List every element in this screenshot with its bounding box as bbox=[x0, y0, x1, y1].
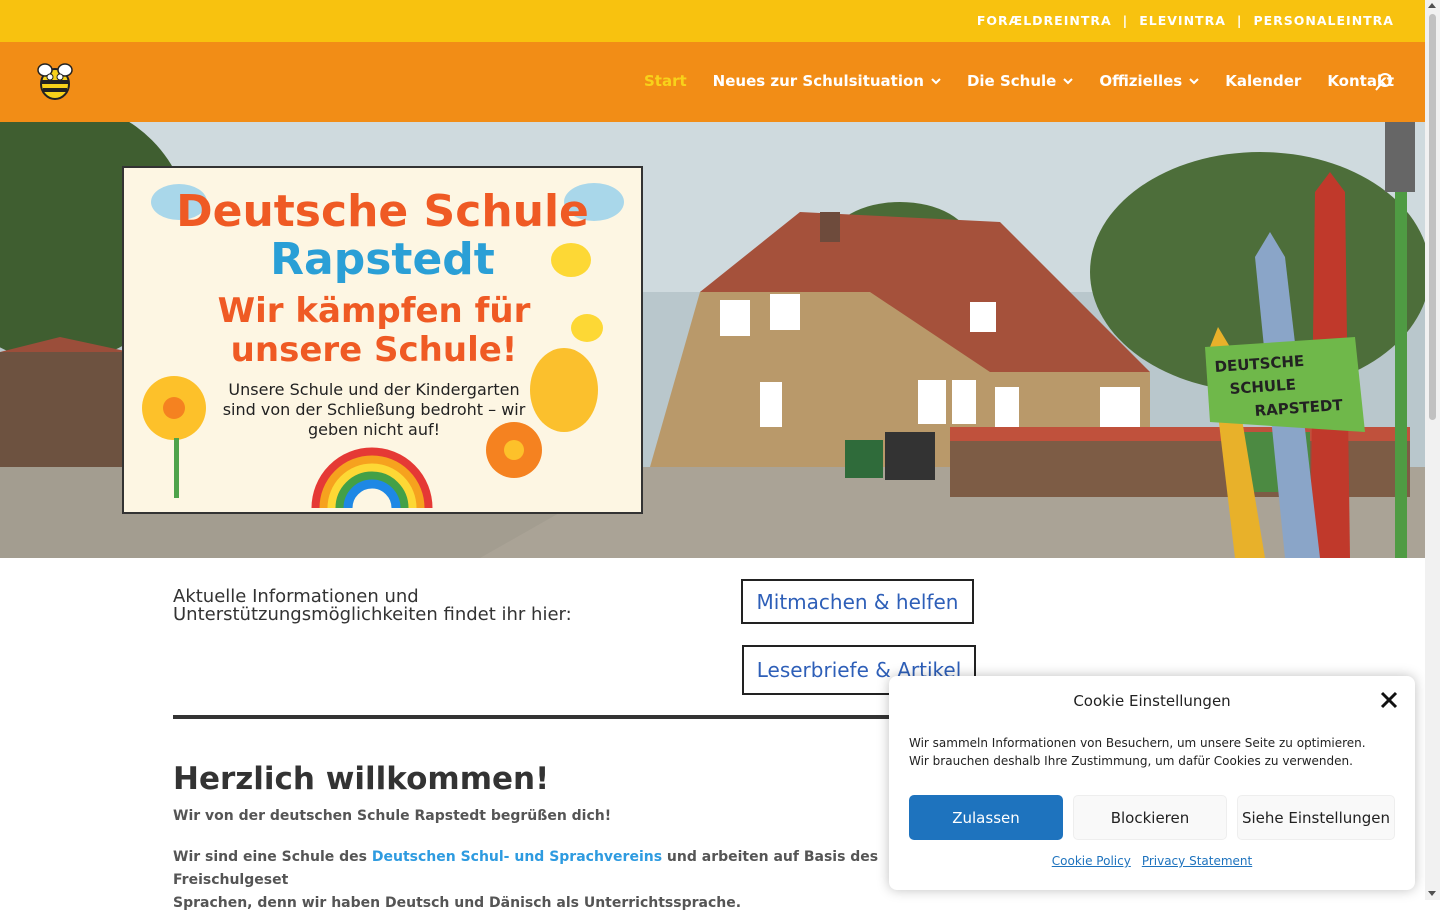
scroll-down-icon[interactable] bbox=[1428, 891, 1436, 896]
welcome-paragraph: Wir sind eine Schule des Deutschen Schul… bbox=[173, 846, 933, 915]
bee-logo[interactable] bbox=[33, 60, 77, 104]
poster-headline: Wir kämpfen für unsere Schule! bbox=[217, 291, 531, 370]
top-link-personaleintra[interactable]: PERSONALEINTRA bbox=[1253, 13, 1394, 28]
separator: | bbox=[1122, 13, 1129, 28]
privacy-statement-link[interactable]: Privacy Statement bbox=[1142, 854, 1252, 868]
cookie-settings-button[interactable]: Siehe Einstellungen bbox=[1237, 795, 1395, 840]
nav-item-start[interactable]: Start bbox=[644, 72, 687, 90]
welcome-subtitle: Wir von der deutschen Schule Rapstedt be… bbox=[173, 808, 612, 824]
nav-label: Kalender bbox=[1225, 72, 1302, 90]
dssv-link[interactable]: Deutschen Schul- und Sprachvereins bbox=[372, 849, 662, 865]
welcome-title: Herzlich willkommen! bbox=[173, 761, 550, 797]
nav-label: Die Schule bbox=[966, 72, 1057, 90]
chevron-down-icon bbox=[931, 77, 941, 84]
nav-label: Neues zur Schulsituation bbox=[712, 72, 924, 90]
scroll-up-icon[interactable] bbox=[1428, 3, 1436, 8]
nav-item-kalender[interactable]: Kalender bbox=[1225, 72, 1301, 90]
top-bar: FORÆLDREINTRA | ELEVINTRA | PERSONALEINT… bbox=[0, 0, 1425, 42]
cookie-deny-button[interactable]: Blockieren bbox=[1073, 795, 1227, 840]
cookie-dialog: Cookie Einstellungen Wir sammeln Informa… bbox=[889, 676, 1415, 890]
nav-label: Offizielles bbox=[1099, 72, 1183, 90]
main-nav: Start Neues zur Schulsituation Die Schul… bbox=[0, 42, 1425, 122]
search-icon[interactable] bbox=[1374, 72, 1394, 92]
cookie-message: Wir sammeln Informationen von Besuchern,… bbox=[909, 736, 1366, 768]
chevron-down-icon bbox=[1189, 77, 1199, 84]
cookie-policy-link[interactable]: Cookie Policy bbox=[1052, 854, 1131, 868]
paragraph-text: Sprachen, denn wir haben Deutsch und Dän… bbox=[173, 895, 742, 911]
nav-menu: Start Neues zur Schulsituation Die Schul… bbox=[644, 72, 1420, 90]
nav-item-die-schule[interactable]: Die Schule bbox=[966, 72, 1074, 90]
top-link-elevintra[interactable]: ELEVINTRA bbox=[1139, 13, 1226, 28]
intro-text: Aktuelle Informationen und Unterstützung… bbox=[173, 586, 572, 625]
mitmachen-button[interactable]: Mitmachen & helfen bbox=[741, 579, 974, 624]
chevron-down-icon bbox=[1063, 77, 1074, 84]
scrollbar-thumb[interactable] bbox=[1429, 14, 1436, 420]
cookie-title: Cookie Einstellungen bbox=[1073, 692, 1231, 710]
separator: | bbox=[1236, 13, 1243, 28]
cookie-links: Cookie Policy Privacy Statement bbox=[889, 854, 1415, 868]
poster-title: Deutsche Schule bbox=[124, 186, 641, 237]
poster-subtext: Unsere Schule und der Kindergarten sind … bbox=[222, 380, 526, 439]
poster-subtitle: Rapstedt bbox=[124, 234, 641, 285]
poster: Deutsche Schule Rapstedt Wir kämpfen für… bbox=[122, 166, 643, 514]
top-links: FORÆLDREINTRA | ELEVINTRA | PERSONALEINT… bbox=[977, 13, 1394, 28]
nav-label: Start bbox=[644, 72, 687, 90]
paragraph-text: Wir sind eine Schule des bbox=[173, 849, 372, 865]
nav-item-offizielles[interactable]: Offizielles bbox=[1099, 72, 1199, 90]
hero-banner: DEUTSCHE SCHULE RAPSTEDT Deutsche Schule… bbox=[0, 122, 1425, 558]
top-link-foraeldreintra[interactable]: FORÆLDREINTRA bbox=[977, 13, 1112, 28]
close-icon[interactable] bbox=[1379, 690, 1399, 710]
scrollbar[interactable] bbox=[1425, 0, 1440, 900]
divider bbox=[173, 715, 933, 719]
poster-title-text: Deutsche Schule bbox=[176, 186, 589, 237]
nav-item-neues-zur-schulsituation[interactable]: Neues zur Schulsituation bbox=[713, 72, 941, 90]
poster-subtitle-text: Rapstedt bbox=[270, 234, 495, 285]
cookie-accept-button[interactable]: Zulassen bbox=[909, 795, 1063, 840]
